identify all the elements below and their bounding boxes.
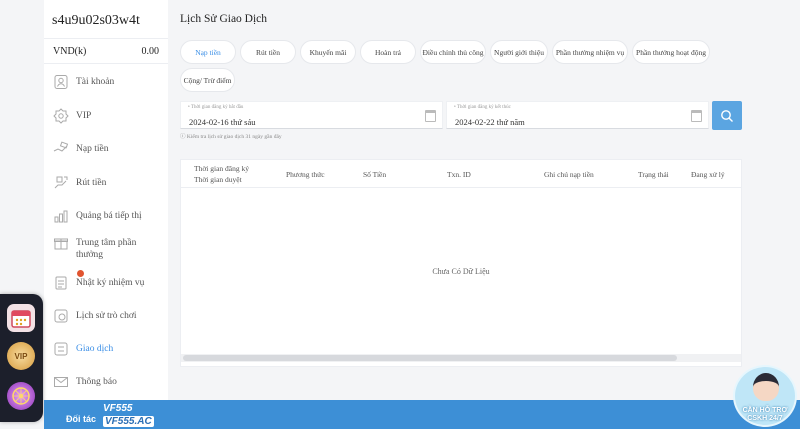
floating-dock: VIP <box>0 294 43 422</box>
sidebar-item-label: Lịch sử trò chơi <box>76 311 137 321</box>
empty-state: Chưa Có Dữ Liệu <box>432 267 490 276</box>
vip-badge-label: VIP <box>14 351 28 361</box>
sidebar-item-task-log[interactable]: Nhật ký nhiệm vụ <box>44 270 168 292</box>
sidebar-item-label: Tài khoản <box>76 77 115 87</box>
col-amount: Số Tiền <box>363 170 387 179</box>
transactions-table: Thời gian đăng ký Thời gian duyệt Phương… <box>180 159 742 367</box>
deposit-hand-icon <box>52 140 70 158</box>
sidebar-item-notifications[interactable]: Thông báo <box>44 373 168 391</box>
sidebar-item-transactions[interactable]: Giao dịch <box>44 340 168 358</box>
withdraw-icon <box>52 174 70 192</box>
sidebar-item-label: Thông báo <box>76 377 117 387</box>
sidebar-item-withdraw[interactable]: Rút tiền <box>44 174 168 192</box>
sidebar-item-label: VIP <box>76 111 92 121</box>
horizontal-scrollbar[interactable] <box>181 354 741 362</box>
partner-label: Đối tác <box>66 414 97 424</box>
task-log-icon <box>52 270 84 292</box>
col-method: Phương thức <box>286 170 325 179</box>
start-date-placeholder: • Thời gian đăng ký bắt đầu <box>188 105 244 110</box>
tab-rebate[interactable]: Hoàn trả <box>360 40 416 64</box>
support-text: CẦN HỖ TRỢ CSKH 24/7 <box>735 407 795 423</box>
col-txn-id: Txn. ID <box>447 170 471 179</box>
sidebar-item-label: Nhật ký nhiệm vụ <box>76 278 145 288</box>
tab-promotion[interactable]: Khuyến mãi <box>300 40 356 64</box>
date-range-hint: ⓘ Kiểm tra lịch sử giao dịch 31 ngày gần… <box>180 134 282 140</box>
calendar-icon[interactable] <box>691 110 702 122</box>
marketing-icon <box>52 207 70 225</box>
game-history-icon <box>52 307 70 325</box>
end-date-placeholder: • Thời gian đăng ký kết thúc <box>454 105 511 110</box>
transaction-icon <box>52 340 70 358</box>
sidebar-item-vip[interactable]: VIP <box>44 107 168 125</box>
sidebar-item-marketing[interactable]: Quảng bá tiếp thị <box>44 207 168 225</box>
end-date-value: 2024-02-22 thứ năm <box>455 117 525 127</box>
tab-points-adjust[interactable]: Cộng/ Trừ điểm <box>180 68 235 92</box>
sidebar-item-account[interactable]: Tài khoản <box>44 73 168 91</box>
tab-task-rewards[interactable]: Phần thưởng nhiệm vụ <box>552 40 628 64</box>
user-badge-icon <box>52 73 70 91</box>
sidebar-item-label: Nạp tiền <box>76 144 109 154</box>
end-date-field[interactable]: • Thời gian đăng ký kết thúc 2024-02-22 … <box>446 101 709 129</box>
scrollbar-thumb[interactable] <box>183 355 677 361</box>
partner-logo-top: VF555 <box>103 403 133 414</box>
sidebar-item-label: Quảng bá tiếp thị <box>76 211 142 221</box>
support-line-2: CSKH 24/7 <box>747 415 783 422</box>
sidebar-item-label: Trung tâm phần thưởng <box>76 238 137 260</box>
col-status: Trạng thái <box>638 170 669 179</box>
support-button[interactable]: CẦN HỖ TRỢ CSKH 24/7 <box>733 365 797 427</box>
sidebar-item-label: Giao dịch <box>76 344 114 354</box>
partner-logo[interactable]: VF555 VF555.AC <box>103 403 154 427</box>
search-icon <box>721 109 733 122</box>
balance-row: VND(k) 0.00 <box>44 38 168 64</box>
start-date-field[interactable]: • Thời gian đăng ký bắt đầu 2024-02-16 t… <box>180 101 443 129</box>
tab-deposit[interactable]: Nạp tiền <box>180 40 236 64</box>
balance-value: 0.00 <box>141 45 160 57</box>
col-approval-time: Thời gian duyệt <box>194 175 242 184</box>
vip-badge-icon[interactable]: VIP <box>7 342 35 370</box>
hint-text: Kiểm tra lịch sử giao dịch 31 ngày gần đ… <box>186 134 282 140</box>
currency-label: VND(k) <box>53 45 87 57</box>
vip-shield-icon <box>52 107 70 125</box>
sidebar-item-rewards[interactable]: Trung tâm phần thưởng <box>44 234 168 261</box>
sidebar-item-game-history[interactable]: Lịch sử trò chơi <box>44 307 168 325</box>
lucky-wheel-icon[interactable] <box>7 382 35 410</box>
col-registration-time: Thời gian đăng ký Thời gian duyệt <box>194 164 249 184</box>
page-title: Lịch Sử Giao Dịch <box>180 13 268 25</box>
sidebar-item-label: Rút tiền <box>76 178 107 188</box>
support-agent-avatar <box>753 373 779 401</box>
calendar-icon[interactable] <box>425 110 436 122</box>
partner-bar: Đối tác VF555 VF555.AC <box>44 400 800 429</box>
tab-activity-rewards[interactable]: Phần thưởng hoạt động <box>632 40 710 64</box>
sidebar: s4u9u02s03w4t VND(k) 0.00 Tài khoản VIP … <box>44 0 168 400</box>
col-deposit-note: Ghi chú nạp tiền <box>544 170 594 179</box>
partner-logo-bottom: VF555.AC <box>103 416 154 427</box>
mail-icon <box>52 373 70 391</box>
username: s4u9u02s03w4t <box>52 13 140 28</box>
search-button[interactable] <box>712 101 742 130</box>
notification-dot <box>77 270 84 277</box>
gift-icon <box>52 234 70 252</box>
tab-withdraw[interactable]: Rút tiền <box>240 40 296 64</box>
sidebar-item-deposit[interactable]: Nạp tiền <box>44 140 168 158</box>
tab-referrer[interactable]: Người giới thiệu <box>490 40 548 64</box>
table-header: Thời gian đăng ký Thời gian duyệt Phương… <box>181 160 741 188</box>
start-date-value: 2024-02-16 thứ sáu <box>189 117 256 127</box>
support-line-1: CẦN HỖ TRỢ <box>742 407 788 414</box>
calendar-icon[interactable] <box>7 304 35 332</box>
col-processing: Đang xử lý <box>691 170 725 179</box>
tab-manual-adjustment[interactable]: Điều chỉnh thủ công <box>420 40 486 64</box>
